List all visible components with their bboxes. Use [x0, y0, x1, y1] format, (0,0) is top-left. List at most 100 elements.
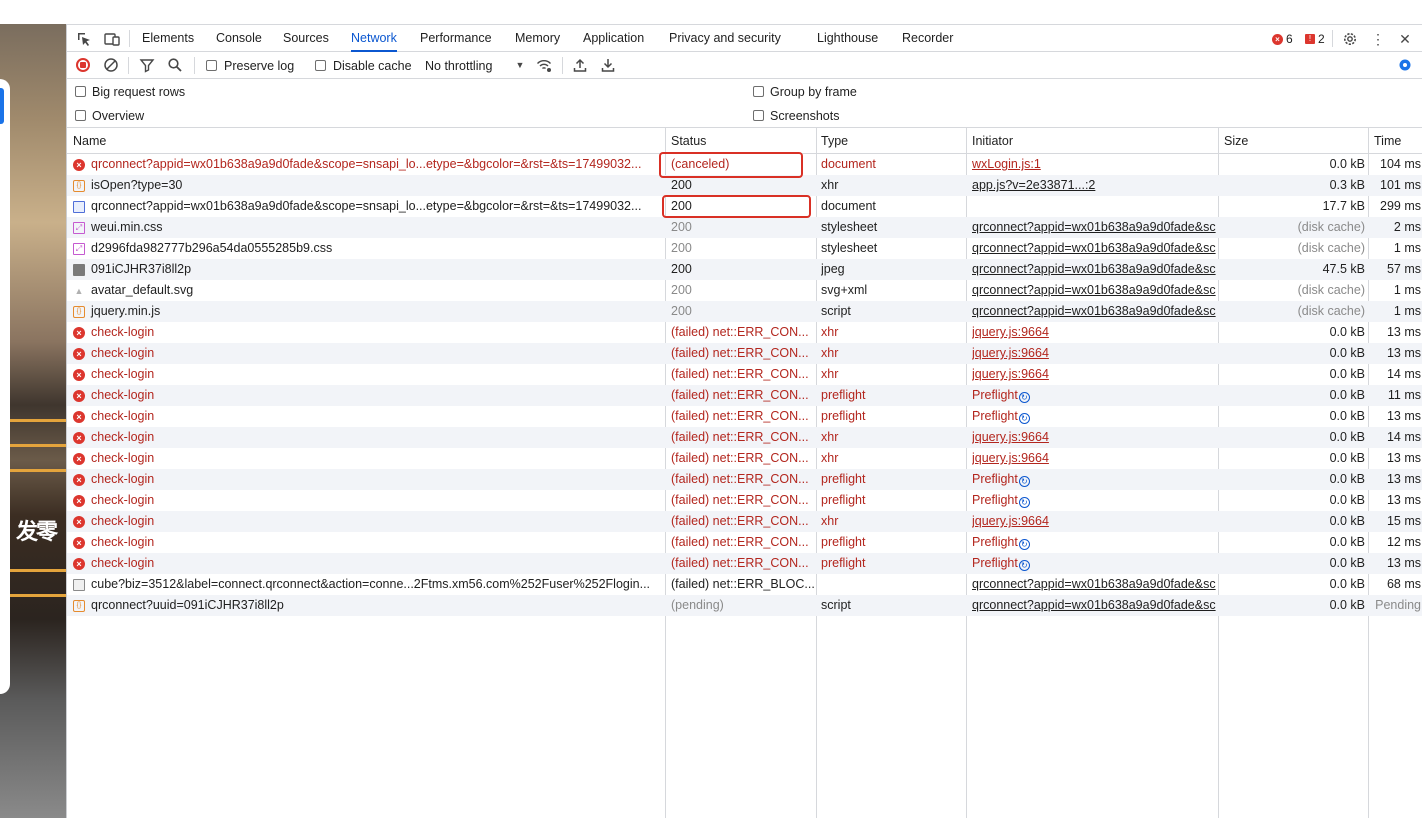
table-row[interactable]: ⤢ weui.min.css 200 stylesheet qrconnect?appi…	[67, 217, 1422, 238]
request-name-cell[interactable]: qrconnect?appid=wx01b638a9a9d0fade&scope…	[73, 196, 665, 217]
table-row[interactable]: × check-login (failed) net::ERR_CON... pref…	[67, 406, 1422, 427]
request-name-cell[interactable]: ⤢ weui.min.css	[73, 217, 665, 238]
table-row[interactable]: × check-login (failed) net::ERR_CON... xhr j…	[67, 322, 1422, 343]
tab-elements[interactable]: Elements	[142, 25, 194, 52]
request-name-cell[interactable]: × check-login	[73, 322, 665, 343]
table-row[interactable]: × check-login (failed) net::ERR_CON... pref…	[67, 553, 1422, 574]
request-initiator-link[interactable]: Preflight ↻	[972, 553, 1218, 574]
request-name-cell[interactable]: × check-login	[73, 490, 665, 511]
close-icon[interactable]: ✕	[1397, 31, 1413, 47]
request-initiator-link[interactable]: qrconnect?appid=wx01b638a9a9d0fade&sc	[972, 238, 1218, 259]
request-initiator-link[interactable]: qrconnect?appid=wx01b638a9a9d0fade&sc	[972, 301, 1218, 322]
network-conditions-icon[interactable]	[536, 57, 552, 73]
group-by-frame-checkbox[interactable]	[753, 86, 764, 97]
gear-icon[interactable]	[1342, 31, 1358, 47]
request-initiator-link[interactable]: qrconnect?appid=wx01b638a9a9d0fade&sc	[972, 259, 1218, 280]
request-initiator-link[interactable]: wxLogin.js:1	[972, 154, 1218, 175]
tab-privacy-and-security[interactable]: Privacy and security	[669, 25, 781, 52]
request-name-cell[interactable]: × check-login	[73, 553, 665, 574]
big-request-rows-label[interactable]: Big request rows	[92, 85, 185, 99]
request-initiator-link[interactable]: jquery.js:9664	[972, 427, 1218, 448]
filter-icon[interactable]	[139, 57, 155, 73]
request-initiator-link[interactable]: qrconnect?appid=wx01b638a9a9d0fade&sc	[972, 280, 1218, 301]
request-initiator-link[interactable]: Preflight ↻	[972, 532, 1218, 553]
table-row[interactable]: × check-login (failed) net::ERR_CON... pref…	[67, 385, 1422, 406]
request-initiator-link[interactable]: app.js?v=2e33871...:2	[972, 175, 1218, 196]
request-initiator-link[interactable]: qrconnect?appid=wx01b638a9a9d0fade&sc	[972, 595, 1218, 616]
network-settings-gear-icon[interactable]	[1397, 57, 1413, 73]
table-row[interactable]: × check-login (failed) net::ERR_CON... xhr j…	[67, 427, 1422, 448]
request-name-cell[interactable]: × check-login	[73, 532, 665, 553]
record-stop-icon[interactable]	[76, 58, 90, 72]
table-row[interactable]: × check-login (failed) net::ERR_CON... xhr j…	[67, 448, 1422, 469]
table-row[interactable]: cube?biz=3512&label=connect.qrconnect&ac…	[67, 574, 1422, 595]
screenshots-checkbox[interactable]	[753, 110, 764, 121]
request-initiator-link[interactable]: jquery.js:9664	[972, 343, 1218, 364]
chevron-down-icon[interactable]: ▼	[512, 57, 528, 73]
preserve-log-checkbox[interactable]	[206, 60, 217, 71]
request-initiator-link[interactable]: qrconnect?appid=wx01b638a9a9d0fade&sc	[972, 574, 1218, 595]
upload-icon[interactable]	[572, 57, 588, 73]
clear-icon[interactable]	[103, 57, 119, 73]
request-name-cell[interactable]: × check-login	[73, 406, 665, 427]
inspect-element-icon[interactable]	[76, 31, 92, 47]
search-icon[interactable]	[167, 57, 183, 73]
request-initiator-link[interactable]: qrconnect?appid=wx01b638a9a9d0fade&sc	[972, 217, 1218, 238]
request-initiator-link[interactable]: jquery.js:9664	[972, 322, 1218, 343]
request-name-cell[interactable]: × check-login	[73, 469, 665, 490]
more-options-icon[interactable]: ⋮	[1370, 31, 1386, 47]
request-name-cell[interactable]: × check-login	[73, 448, 665, 469]
request-name-cell[interactable]: × check-login	[73, 511, 665, 532]
throttling-select[interactable]: No throttling	[425, 59, 492, 73]
request-initiator-link[interactable]: Preflight ↻	[972, 469, 1218, 490]
table-row[interactable]: ⤢ d2996fda982777b296a54da0555285b9.css 200…	[67, 238, 1422, 259]
request-name-cell[interactable]: ▲ avatar_default.svg	[73, 280, 665, 301]
table-row[interactable]: × check-login (failed) net::ERR_CON... xhr j…	[67, 511, 1422, 532]
overview-label[interactable]: Overview	[92, 109, 144, 123]
request-name-cell[interactable]: × qrconnect?appid=wx01b638a9a9d0fade&scop…	[73, 154, 665, 175]
tab-console[interactable]: Console	[216, 25, 262, 52]
column-header-time[interactable]: Time	[1374, 134, 1401, 148]
request-name-cell[interactable]: ⤢ d2996fda982777b296a54da0555285b9.css	[73, 238, 665, 259]
request-name-cell[interactable]: {} jquery.min.js	[73, 301, 665, 322]
tab-recorder[interactable]: Recorder	[902, 25, 953, 52]
disable-cache-checkbox[interactable]	[315, 60, 326, 71]
tab-memory[interactable]: Memory	[515, 25, 560, 52]
group-by-frame-label[interactable]: Group by frame	[770, 85, 857, 99]
tab-application[interactable]: Application	[583, 25, 644, 52]
request-name-cell[interactable]: cube?biz=3512&label=connect.qrconnect&ac…	[73, 574, 665, 595]
download-icon[interactable]	[600, 57, 616, 73]
tab-network[interactable]: Network	[351, 25, 397, 52]
preserve-log-label[interactable]: Preserve log	[224, 59, 294, 73]
big-request-rows-checkbox[interactable]	[75, 86, 86, 97]
preflight-link-icon[interactable]: ↻	[1018, 497, 1030, 508]
screenshots-label[interactable]: Screenshots	[770, 109, 839, 123]
column-header-initiator[interactable]: Initiator	[972, 134, 1013, 148]
request-name-cell[interactable]: × check-login	[73, 427, 665, 448]
request-initiator-link[interactable]: Preflight ↻	[972, 406, 1218, 427]
preflight-link-icon[interactable]: ↻	[1018, 476, 1030, 487]
table-row[interactable]: × check-login (failed) net::ERR_CON... pref…	[67, 532, 1422, 553]
request-initiator-link[interactable]: jquery.js:9664	[972, 364, 1218, 385]
column-header-type[interactable]: Type	[821, 134, 848, 148]
request-name-cell[interactable]: × check-login	[73, 343, 665, 364]
table-row[interactable]: × check-login (failed) net::ERR_CON... xhr j…	[67, 343, 1422, 364]
table-row[interactable]: {} isOpen?type=30 200 xhr app.js?v=2e33871..…	[67, 175, 1422, 196]
request-name-cell[interactable]: × check-login	[73, 364, 665, 385]
request-initiator-link[interactable]: jquery.js:9664	[972, 448, 1218, 469]
table-row[interactable]: {} jquery.min.js 200 script qrconnect?appid=…	[67, 301, 1422, 322]
column-header-status[interactable]: Status	[671, 134, 706, 148]
tab-lighthouse[interactable]: Lighthouse	[817, 25, 878, 52]
column-header-size[interactable]: Size	[1224, 134, 1248, 148]
table-row[interactable]: × check-login (failed) net::ERR_CON... pref…	[67, 469, 1422, 490]
overview-checkbox[interactable]	[75, 110, 86, 121]
column-header-name[interactable]: Name	[73, 134, 106, 148]
request-name-cell[interactable]: × check-login	[73, 385, 665, 406]
table-row[interactable]: ▲ avatar_default.svg 200 svg+xml qrconnect?a…	[67, 280, 1422, 301]
preflight-link-icon[interactable]: ↻	[1018, 539, 1030, 550]
preflight-link-icon[interactable]: ↻	[1018, 392, 1030, 403]
request-name-cell[interactable]: {} isOpen?type=30	[73, 175, 665, 196]
request-name-cell[interactable]: 091iCJHR37i8ll2p	[73, 259, 665, 280]
request-initiator-link[interactable]	[972, 196, 1218, 217]
table-row[interactable]: {} qrconnect?uuid=091iCJHR37i8ll2p (pendin…	[67, 595, 1422, 616]
